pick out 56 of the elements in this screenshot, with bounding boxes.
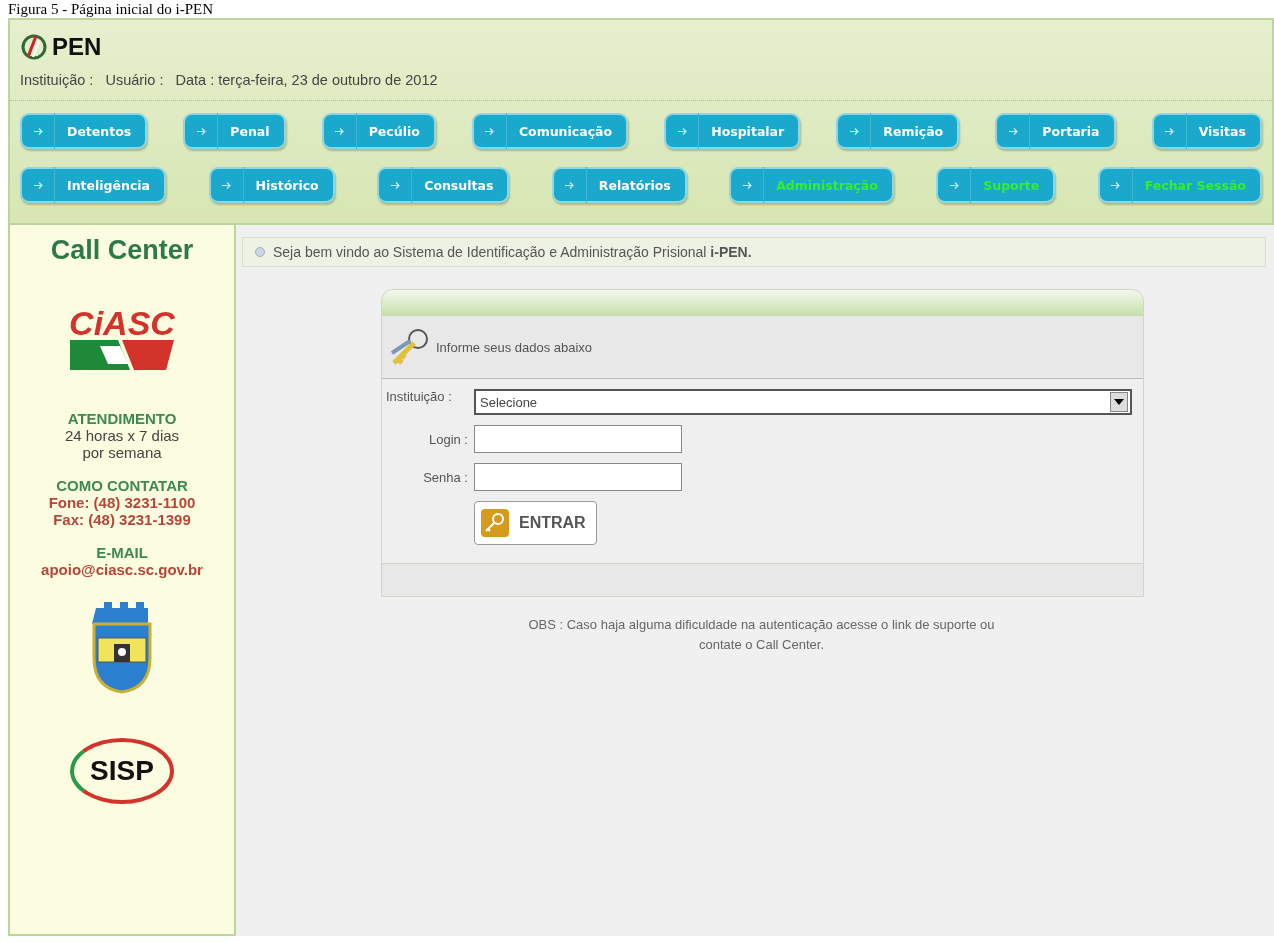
menu-button[interactable]: Histórico (208, 167, 335, 203)
arrow-icon (565, 181, 575, 189)
menu-button[interactable]: Pecúlio (321, 113, 436, 149)
field-label: Senha : (422, 469, 469, 485)
menu-button[interactable]: Remição (836, 113, 960, 149)
menu-button[interactable]: Comunicação (471, 113, 629, 149)
menu-button[interactable]: Portaria (995, 113, 1116, 149)
figure-caption: Figura 5 - Página inicial do i-PEN (7, 0, 214, 18)
arrow-icon (390, 181, 400, 189)
sisp-logo: SISP (70, 738, 174, 804)
arrow-icon (196, 127, 206, 135)
fax-text: Fax: (48) 3231-1399 (53, 511, 191, 528)
phone-text: Fone: (48) 3231-1100 (48, 494, 196, 511)
arrow-icon (485, 127, 495, 135)
menu-button[interactable]: Consultas (377, 167, 510, 203)
institution-select[interactable]: Selecione (474, 389, 1132, 415)
field-label: Login : (427, 431, 469, 447)
password-field[interactable] (474, 463, 682, 491)
session-info: Instituição : Usuário : Data : terça-feira, 23 de outubro de 2012 (20, 72, 439, 90)
menu-button[interactable]: Fechar Sessão (1097, 167, 1262, 203)
contact-heading: COMO CONTATAR (56, 477, 188, 494)
email-heading: E-MAIL (96, 544, 148, 561)
key-icon (481, 509, 509, 537)
menu-button[interactable]: Inteligência (20, 167, 167, 203)
arrow-icon (335, 127, 345, 135)
menu-button[interactable]: Detentos (20, 113, 148, 149)
arrow-icon (677, 127, 687, 135)
sidebar-title: Call Center (50, 235, 194, 266)
dropdown-icon[interactable] (1110, 392, 1128, 412)
menu-button[interactable]: Visitas (1151, 113, 1262, 149)
arrow-icon (1165, 127, 1175, 135)
bullet-icon (255, 247, 265, 257)
login-field[interactable] (474, 425, 682, 453)
enter-button[interactable]: ENTRAR (474, 501, 597, 545)
welcome-text: Seja bem vindo ao Sistema de Identificação e Administração Prisional i-PEN. (273, 244, 752, 260)
arrow-icon (33, 127, 43, 135)
arrow-icon (222, 181, 231, 189)
menu-button[interactable]: Hospitalar (664, 113, 801, 149)
email-text: apoio@ciasc.sc.gov.br (41, 561, 203, 578)
attendance-heading: ATENDIMENTO (67, 410, 177, 427)
menu-button[interactable]: Relatórios (551, 167, 687, 203)
arrow-icon (849, 127, 859, 135)
arrow-icon (949, 181, 959, 189)
field-label: Instituição : (385, 389, 453, 404)
arrow-icon (742, 181, 752, 189)
logo-text: PEN (52, 33, 102, 61)
attendance-text: 24 horas x 7 dias por semana (63, 427, 181, 461)
note-text: OBS : Caso haja alguma dificuldade na autenticação acesse o link de suporte ou contate o Call Center. (527, 616, 996, 654)
menu-button[interactable]: Suporte (936, 167, 1056, 203)
arrow-icon (1008, 127, 1018, 135)
ciasc-logo: CiASC (69, 306, 175, 370)
form-heading: Informe seus dados abaixo (436, 339, 593, 355)
menu-button[interactable]: Penal (183, 113, 286, 149)
menu-button[interactable]: Administração (729, 167, 894, 203)
arrow-icon (1111, 181, 1121, 189)
arrow-icon (33, 181, 43, 189)
